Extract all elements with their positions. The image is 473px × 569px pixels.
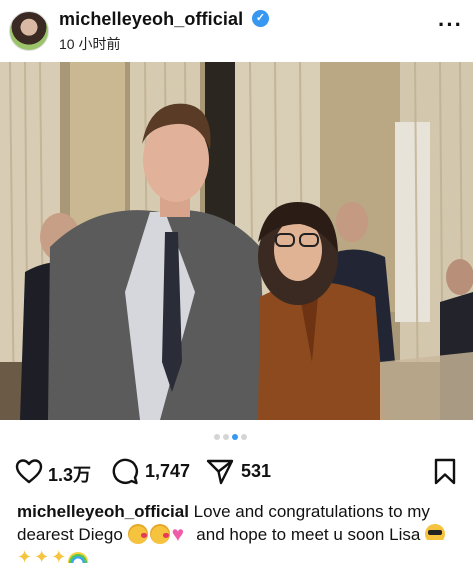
carousel-dot-active <box>232 434 238 440</box>
carousel-dot <box>241 434 247 440</box>
caption-fade <box>300 540 473 564</box>
post-time: 10 小时前 <box>59 36 121 52</box>
star-emoji-icon: ✦ <box>34 547 50 567</box>
verified-badge-icon: ✓ <box>252 10 269 27</box>
post-photo[interactable] <box>0 62 473 420</box>
rainbow-emoji-icon <box>68 552 89 563</box>
carousel-indicator <box>214 434 250 440</box>
more-horizontal-icon[interactable]: ··· <box>438 12 463 38</box>
action-bar: 1.3万 1,747 531 <box>0 458 473 486</box>
bookmark-icon[interactable] <box>434 458 456 485</box>
caption-username[interactable]: michelleyeoh_official <box>17 502 189 521</box>
avatar[interactable] <box>9 11 49 51</box>
post-header: michelleyeoh_official ✓ 10 小时前 ··· <box>0 0 473 62</box>
comment-count: 1,747 <box>145 461 191 481</box>
comment-icon[interactable] <box>111 458 139 485</box>
carousel-dot <box>214 434 220 440</box>
heart-icon[interactable] <box>15 458 43 484</box>
star-emoji-icon: ✦ <box>51 547 67 567</box>
share-count: 531 <box>241 461 272 481</box>
kissing-face-emoji-icon <box>149 524 170 544</box>
star-emoji-icon: ✦ <box>17 547 33 567</box>
like-count: 1.3万 <box>48 465 92 485</box>
carousel-dot <box>223 434 229 440</box>
sparkling-heart-emoji-icon <box>172 523 190 546</box>
share-icon[interactable] <box>206 458 234 485</box>
kissing-face-emoji-icon <box>127 524 148 544</box>
username[interactable]: michelleyeoh_official <box>59 9 243 30</box>
